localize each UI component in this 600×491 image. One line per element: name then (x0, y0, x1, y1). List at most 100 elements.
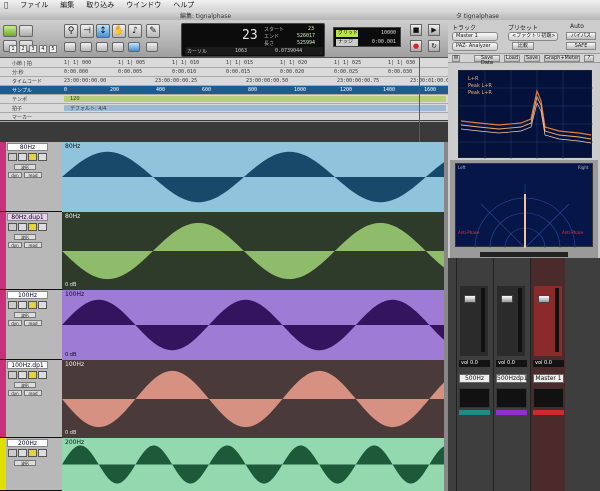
keyboard-focus-icon[interactable] (128, 42, 140, 52)
timebase-selector[interactable]: dyn (8, 172, 22, 178)
input-monitor-button[interactable] (18, 301, 27, 309)
edit-window-titlebar[interactable]: 編集: tignalphase (0, 10, 448, 20)
apple-menu-icon[interactable]:  (4, 1, 8, 9)
track-color-bar[interactable] (0, 142, 6, 211)
volume-fader[interactable] (538, 295, 550, 304)
automation-mode[interactable]: read (24, 242, 42, 248)
load-button[interactable]: Load (504, 55, 520, 62)
start-value[interactable]: 23 (308, 26, 314, 32)
view-selector[interactable]: 波形 (14, 164, 36, 170)
mute-button[interactable] (38, 153, 47, 161)
input-monitor-button[interactable] (18, 449, 27, 457)
safe-button[interactable]: SAFE (566, 42, 596, 50)
slip-mode-button[interactable] (19, 25, 33, 37)
audio-clip[interactable]: 100Hz 0 dB (62, 360, 444, 438)
zoom-preset-3[interactable]: 3 (29, 45, 37, 53)
track-name[interactable]: 100Hz.dp1 (7, 361, 48, 369)
solo-button[interactable] (28, 223, 37, 231)
track-color-bar[interactable] (0, 438, 6, 490)
track-name[interactable]: 80Hz.dup1 (7, 213, 48, 221)
insert-selector[interactable]: PAZ- Analyzer (452, 42, 498, 51)
ruler-meter[interactable]: 拍子 デフォルト: 4/4 (0, 104, 448, 113)
record-enable-button[interactable] (8, 371, 17, 379)
menu-help[interactable]: ヘルプ (173, 0, 194, 10)
mirror-midi-icon[interactable] (112, 42, 124, 52)
solo-button[interactable] (28, 449, 37, 457)
zoom-preset-2[interactable]: 2 (19, 45, 27, 53)
shuffle-mode-button[interactable] (3, 25, 17, 37)
zoom-preset-4[interactable]: 4 (39, 45, 47, 53)
timebase-selector[interactable]: dyn (8, 390, 22, 396)
view-selector[interactable]: 波形 (14, 382, 36, 388)
stop-button[interactable]: ■ (410, 24, 422, 36)
record-button[interactable]: ● (410, 40, 422, 52)
zoom-preset-5[interactable]: 5 (49, 45, 57, 53)
help-button[interactable]: ? (584, 55, 594, 62)
menu-window[interactable]: ウインドウ (126, 0, 161, 10)
menu-import[interactable]: 取り込み (86, 0, 114, 10)
ruler-tempo[interactable]: テンポ 120 (0, 95, 448, 104)
audio-clip[interactable]: 80Hz (62, 142, 444, 212)
record-enable-button[interactable] (8, 223, 17, 231)
plugin-window-titlebar[interactable]: タ tignalphase (448, 10, 600, 20)
track-name[interactable]: 200Hz (7, 439, 48, 447)
track-color-bar[interactable] (0, 360, 6, 437)
volume-value[interactable]: vol 0.0 (533, 360, 564, 367)
audio-clip[interactable]: 100Hz 0 dB (62, 290, 444, 360)
solo-button[interactable] (28, 371, 37, 379)
timebase-selector[interactable]: dyn (8, 320, 22, 326)
menu-file[interactable]: ファイル (20, 0, 48, 10)
strip-color-bar[interactable] (496, 410, 527, 415)
automation-mode[interactable]: read (24, 320, 42, 326)
grabber-icon[interactable]: ✋ (112, 24, 126, 38)
strip-name[interactable]: 500Hz (459, 374, 490, 383)
automation-mode[interactable]: read (24, 390, 42, 396)
tab-to-transient-icon[interactable] (64, 42, 76, 52)
compare-button[interactable]: 比較 (512, 42, 534, 50)
pencil-icon[interactable]: ✎ (146, 24, 160, 38)
volume-value[interactable]: vol 0.0 (496, 360, 527, 367)
loop-button[interactable]: ↻ (428, 40, 440, 52)
preset-selector[interactable]: <ファクトリ初期> (508, 32, 558, 41)
mute-button[interactable] (38, 223, 47, 231)
bypass-button[interactable]: バイパス (566, 32, 596, 40)
audio-clip[interactable]: 80Hz 0 dB (62, 212, 444, 290)
length-value[interactable]: 525994 (297, 40, 315, 46)
view-selector[interactable]: 波形 (14, 234, 36, 240)
grid-value[interactable]: 10000 (381, 30, 396, 36)
link-track-icon[interactable] (96, 42, 108, 52)
ruler-markers[interactable]: マーカー (0, 113, 448, 122)
record-enable-button[interactable] (8, 301, 17, 309)
input-monitor-button[interactable] (18, 223, 27, 231)
ruler-min-sec[interactable]: 分:秒 0:00.000 0:00.005 0:00.010 0:00.015 … (0, 68, 448, 77)
volume-fader[interactable] (501, 295, 513, 304)
trim-icon[interactable]: ⊣ (80, 24, 94, 38)
volume-fader[interactable] (464, 295, 476, 304)
strip-name[interactable]: Master 1 (533, 374, 564, 383)
track-color-bar[interactable] (0, 212, 6, 289)
save-button[interactable]: Save (524, 55, 540, 62)
play-button[interactable]: ▶ (428, 24, 440, 36)
mute-button[interactable] (38, 301, 47, 309)
solo-button[interactable] (28, 153, 37, 161)
strip-color-bar[interactable] (533, 410, 564, 415)
solo-button[interactable] (28, 301, 37, 309)
audio-clip[interactable]: 200Hz (62, 438, 444, 491)
speaker-icon[interactable]: ♪ (128, 24, 142, 38)
strip-color-bar[interactable] (459, 410, 490, 415)
timebase-selector[interactable]: dyn (8, 242, 22, 248)
track-color-bar[interactable] (0, 290, 6, 359)
save-data-button[interactable]: Save Data (474, 55, 500, 66)
main-counter[interactable]: 23 スタート 23 エンド 526017 長さ 525994 カーソル 106… (181, 23, 325, 57)
nudge-chip[interactable]: ナッジ (336, 39, 358, 46)
grid-chip[interactable]: グリッド (336, 30, 358, 37)
ruler-samples[interactable]: サンプル 0 200 400 600 800 1000 1200 1400 16… (0, 86, 448, 95)
end-value[interactable]: 526017 (297, 33, 315, 39)
view-selector[interactable]: 波形 (14, 460, 36, 466)
input-monitor-button[interactable] (18, 153, 27, 161)
zoom-preset-1[interactable]: 1 (9, 45, 17, 53)
mute-button[interactable] (38, 371, 47, 379)
mute-button[interactable] (38, 449, 47, 457)
graph-meter-button[interactable]: Graph+Meter (544, 55, 580, 62)
cursor-follow-icon[interactable] (146, 42, 158, 52)
